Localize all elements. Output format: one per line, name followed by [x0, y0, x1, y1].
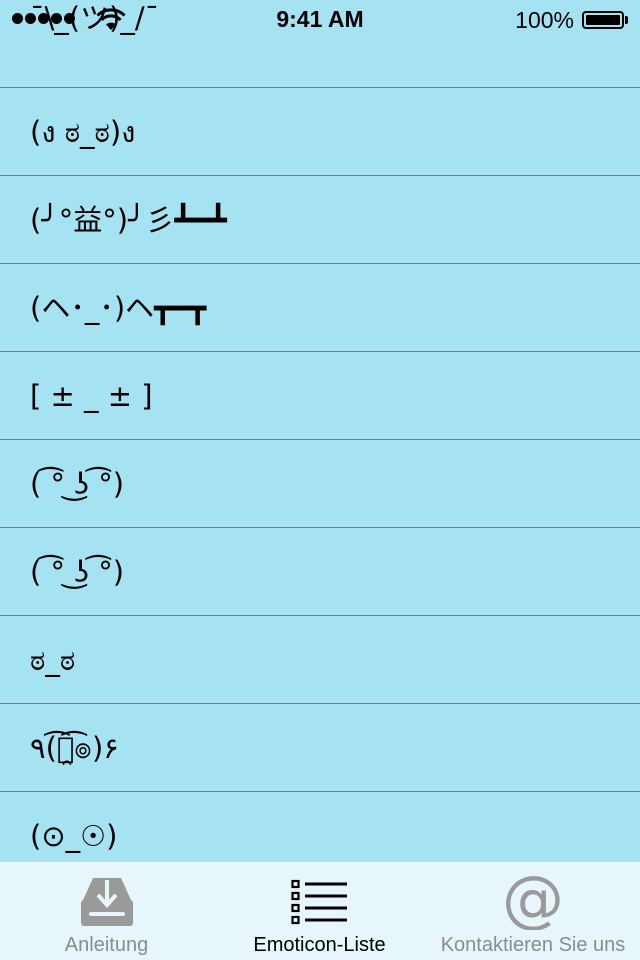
tab-kontakt[interactable]: @ Kontaktieren Sie uns [426, 862, 640, 960]
tab-label: Anleitung [64, 934, 149, 956]
status-bar: 9:41 AM 100% [0, 0, 640, 40]
emoticon-list[interactable]: ¯\_(ツ)_/¯ (ง ಠ_ಠ)ง (╯°益°)╯彡┻━┻ (ヘ･_･)ヘ┳━… [0, 0, 640, 862]
emoticon-text: ( ͡° ͜ʖ ͡°) [30, 467, 125, 501]
list-item[interactable]: ಠ_ಠ [0, 616, 640, 704]
app-screen: ¯\_(ツ)_/¯ (ง ಠ_ಠ)ง (╯°益°)╯彡┻━┻ (ヘ･_･)ヘ┳━… [0, 0, 640, 960]
battery-percentage: 100% [515, 7, 574, 33]
list-item[interactable]: ( ͡° ͜ʖ ͡°) [0, 440, 640, 528]
tab-bar: Anleitung Emoticon-Liste @ Kontaktieren … [0, 861, 640, 960]
tab-label: Emoticon-Liste [253, 934, 386, 956]
list-item[interactable]: (⊙_☉) [0, 792, 640, 862]
emoticon-text: (⊙_☉) [30, 819, 118, 853]
at-sign-icon: @ [503, 870, 563, 930]
list-item[interactable]: ٩(͡๏̯͡๏)۶ [0, 704, 640, 792]
tab-emoticon-liste[interactable]: Emoticon-Liste [213, 862, 426, 960]
list-item[interactable]: (ง ಠ_ಠ)ง [0, 88, 640, 176]
svg-text:@: @ [503, 870, 563, 930]
emoticon-text: (ヘ･_･)ヘ┳━┳ [30, 291, 207, 325]
list-item[interactable]: [ ± _ ± ] [0, 352, 640, 440]
emoticon-text: (╯°益°)╯彡┻━┻ [30, 203, 227, 237]
emoticon-text: [ ± _ ± ] [30, 379, 153, 413]
list-item[interactable]: (ヘ･_･)ヘ┳━┳ [0, 264, 640, 352]
emoticon-text: ( ͡° ͜ʖ ͡°) [30, 555, 125, 589]
emoticon-text: (ง ಠ_ಠ)ง [30, 115, 136, 149]
download-tray-icon [80, 878, 133, 926]
list-item[interactable]: (╯°益°)╯彡┻━┻ [0, 176, 640, 264]
list-item[interactable]: ( ͡° ͜ʖ ͡°) [0, 528, 640, 616]
tab-anleitung[interactable]: Anleitung [0, 862, 213, 960]
battery-icon [582, 11, 628, 29]
tab-label: Kontaktieren Sie uns [440, 934, 626, 956]
emoticon-text: ٩(͡๏̯͡๏)۶ [30, 731, 119, 765]
list-icon [290, 879, 347, 925]
emoticon-text: ಠ_ಠ [30, 643, 76, 677]
